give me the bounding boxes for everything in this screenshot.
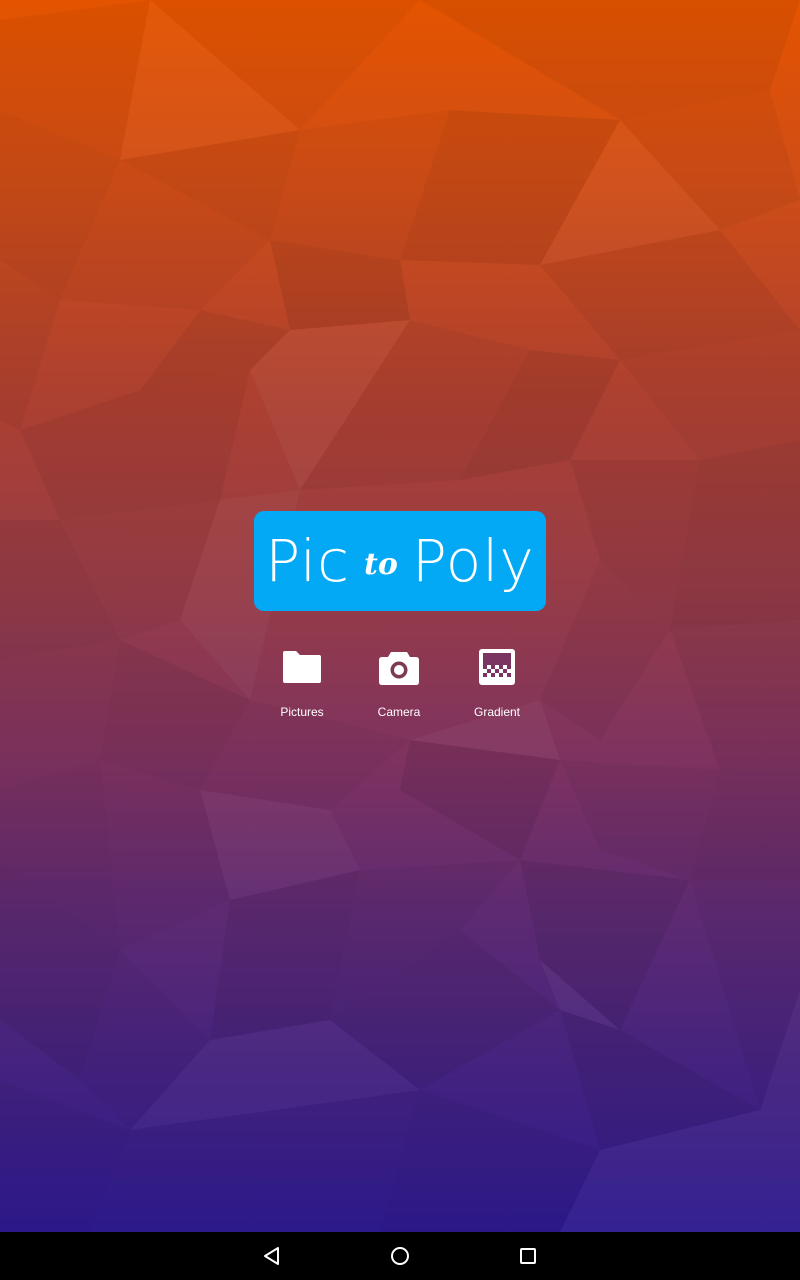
back-triangle-icon: [264, 1247, 279, 1265]
source-actions: Pictures Camera Gradient: [0, 645, 800, 725]
gradient-button[interactable]: Gradient: [457, 645, 537, 725]
app-logo: Pic to Poly: [254, 511, 546, 611]
polygon-pattern: [0, 0, 800, 1232]
camera-button[interactable]: Camera: [359, 645, 439, 725]
screen: Pic to Poly Pictures Camera Gradient: [0, 0, 800, 1280]
low-poly-background: [0, 0, 800, 1232]
camera-icon: [377, 645, 421, 689]
recents-square-icon: [520, 1248, 536, 1264]
home-button[interactable]: [368, 1232, 432, 1280]
logo-word-poly: Poly: [411, 527, 535, 595]
logo-word-to: to: [364, 546, 398, 582]
home-circle-icon: [391, 1247, 409, 1265]
recents-button[interactable]: [496, 1232, 560, 1280]
folder-icon: [280, 645, 324, 689]
back-button[interactable]: [240, 1232, 304, 1280]
gradient-label: Gradient: [473, 705, 521, 719]
logo-word-pic: Pic: [265, 527, 350, 595]
pictures-button[interactable]: Pictures: [262, 645, 342, 725]
gradient-icon: [475, 645, 519, 689]
pictures-label: Pictures: [280, 705, 324, 719]
camera-label: Camera: [377, 705, 421, 719]
system-navigation-bar: [0, 1232, 800, 1280]
